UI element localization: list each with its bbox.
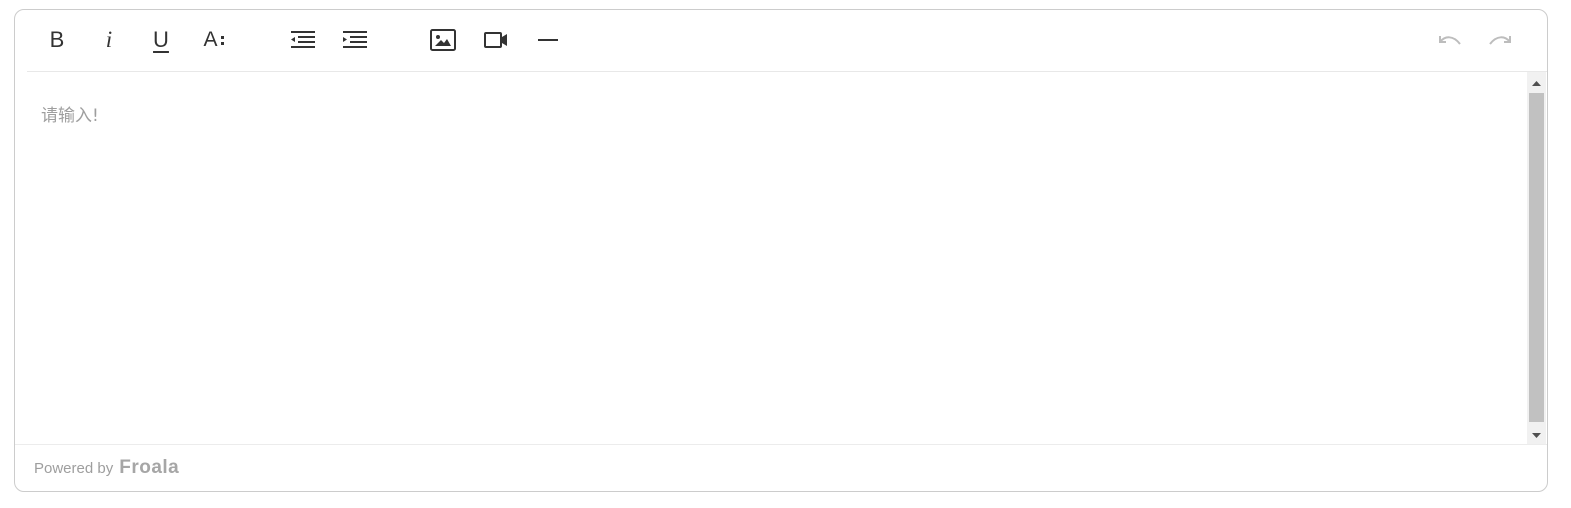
outdent-icon	[291, 31, 315, 48]
indent-button[interactable]	[337, 22, 373, 58]
redo-icon	[1489, 36, 1511, 45]
underline-icon: U	[153, 27, 169, 52]
scroll-thumb[interactable]	[1529, 93, 1544, 422]
underline-button[interactable]: U	[143, 22, 179, 58]
italic-icon: i	[105, 27, 113, 52]
indent-icon	[343, 31, 367, 48]
outdent-button[interactable]	[285, 22, 321, 58]
editor-content-area[interactable]: 请输入!	[15, 72, 1528, 445]
rich-text-editor: B i U A 请输入! Powered by Froala	[14, 9, 1548, 492]
bold-icon: B	[49, 27, 65, 52]
paragraph-format-icon: A	[203, 28, 224, 52]
scroll-up-arrow-icon[interactable]	[1527, 74, 1546, 93]
froala-logo: Froala	[119, 457, 180, 478]
powered-by-froala-link[interactable]: Powered by Froala	[34, 457, 179, 479]
insert-video-button[interactable]	[478, 22, 514, 58]
vertical-scrollbar[interactable]	[1527, 72, 1546, 445]
undo-button[interactable]	[1431, 22, 1467, 58]
paragraph-format-button[interactable]: A	[196, 22, 232, 58]
insert-horizontal-line-button[interactable]	[530, 22, 566, 58]
bold-button[interactable]: B	[39, 22, 75, 58]
italic-button[interactable]: i	[91, 22, 127, 58]
editor-toolbar: B i U A	[15, 10, 1547, 71]
scroll-down-arrow-icon[interactable]	[1527, 426, 1546, 445]
image-icon	[430, 29, 456, 51]
powered-by-text: Powered by	[34, 460, 114, 477]
insert-image-button[interactable]	[425, 22, 461, 58]
redo-button[interactable]	[1483, 22, 1519, 58]
undo-icon	[1439, 36, 1461, 45]
horizontal-line-icon	[538, 39, 558, 41]
editor-footer: Powered by Froala	[15, 444, 1547, 491]
editor-placeholder: 请输入!	[41, 106, 99, 126]
video-icon	[484, 32, 507, 48]
